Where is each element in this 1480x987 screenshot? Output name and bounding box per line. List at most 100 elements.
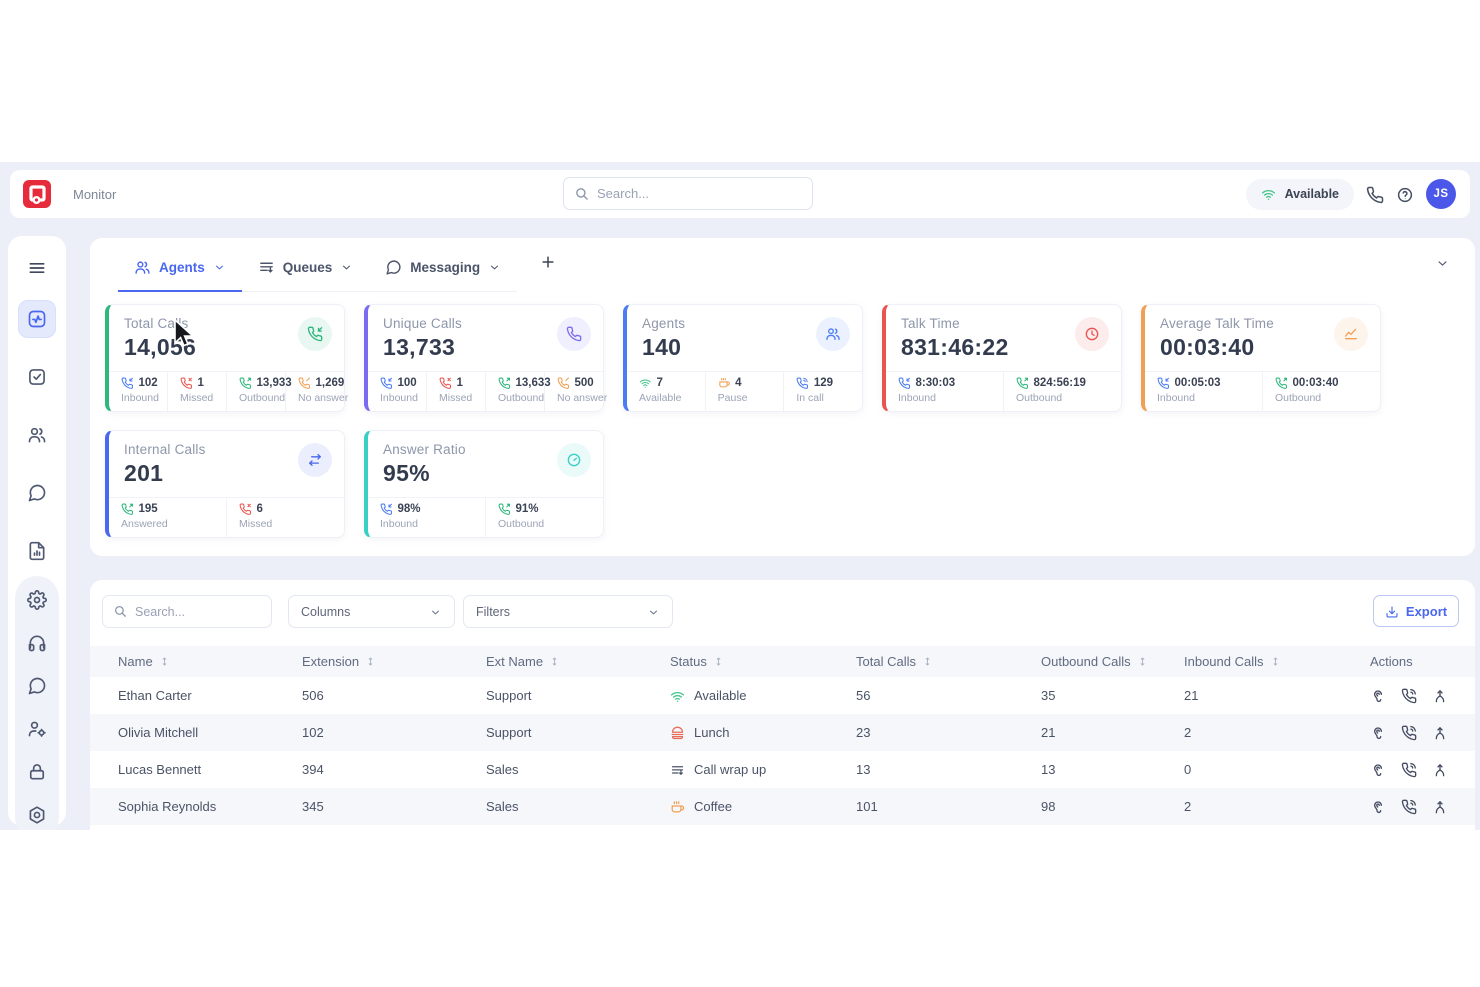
stat-sub-outbound: 13,633 Outbound [485,372,544,411]
call-button[interactable] [1401,725,1417,741]
column-header-status[interactable]: Status [670,654,856,669]
chevron-down-icon [647,604,660,618]
chat-icon [27,676,47,696]
listen-button[interactable] [1370,799,1386,815]
card-badge [1334,317,1368,351]
sub-label: Pause [718,392,780,404]
tab-label: Agents [159,260,205,275]
sort-icon [1137,656,1148,667]
sub-label: Inbound [380,392,422,404]
table-row[interactable]: Lucas Bennett394SalesCall wrap up13130 [90,751,1475,788]
stat-sub-answered: 195 Answered [109,498,226,537]
card-title: Unique Calls [383,316,462,331]
tab-agents[interactable]: Agents [118,259,242,292]
sub-value: 824:56:19 [1034,377,1086,389]
cell-extension: 506 [302,688,486,703]
sidebar-tool-user-settings[interactable] [25,717,49,741]
menu-icon[interactable] [27,256,47,278]
sidebar-item-report[interactable] [18,532,56,570]
table-row[interactable]: Sophia Reynolds345SalesCoffee101982 [90,788,1475,825]
chevron-down-icon [1435,254,1450,271]
table-search-input[interactable] [135,605,261,619]
barge-icon [1432,725,1448,741]
cell-inbound-calls: 21 [1184,688,1370,703]
column-header-ext-name[interactable]: Ext Name [486,654,670,669]
call-button[interactable] [1401,799,1417,815]
sidebar-item-activity[interactable] [18,300,56,338]
global-search[interactable] [563,177,813,210]
phone-inbound-icon [121,377,134,390]
stat-sub-inbound: 102 Inbound [109,372,167,411]
stat-sub-no-answer: 500 No answer [544,372,603,411]
sub-label: Outbound [498,518,599,530]
phone-inbound-icon [380,503,393,516]
card-badge [557,443,591,477]
users-icon [134,259,151,276]
cell-extension: 102 [302,725,486,740]
barge-button[interactable] [1432,725,1448,741]
card-stats: 8:30:03 Inbound 824:56:19 Outbound [886,371,1121,411]
listen-button[interactable] [1370,725,1386,741]
sub-label: Answered [121,518,222,530]
export-button[interactable]: Export [1373,595,1459,627]
phone-missed-icon [439,377,452,390]
phone-outbound-icon [498,377,511,390]
column-header-inbound-calls[interactable]: Inbound Calls [1184,654,1370,669]
avatar[interactable]: JS [1426,179,1456,209]
table-search[interactable] [102,595,272,628]
column-header-label: Extension [302,654,359,669]
global-search-input[interactable] [597,186,802,201]
sort-icon [922,656,933,667]
tab-queues[interactable]: Queues [242,259,370,292]
help-button[interactable] [1396,184,1414,205]
report-icon [27,541,47,561]
cell-total-calls: 23 [856,725,1041,740]
collapse-panel-button[interactable] [1435,254,1450,271]
barge-button[interactable] [1432,799,1448,815]
filters-dropdown[interactable]: Filters [463,595,673,628]
card-title: Agents [642,316,685,331]
listen-icon [1370,799,1386,815]
sub-value: 8:30:03 [916,377,956,389]
call-icon [1401,725,1417,741]
agent-status-pill[interactable]: Available [1246,179,1354,210]
column-header-actions: Actions [1370,654,1475,669]
table-header-row: NameExtension Ext NameStatusTotal CallsOu… [90,646,1475,677]
dialer-button[interactable] [1366,184,1384,205]
filters-dropdown-label: Filters [476,605,510,619]
sidebar-tool-lock[interactable] [25,760,49,784]
column-header-outbound-calls[interactable]: Outbound Calls [1041,654,1184,669]
stat-sub-inbound: 8:30:03 Inbound [886,372,1003,411]
listen-button[interactable] [1370,688,1386,704]
listen-button[interactable] [1370,762,1386,778]
sidebar-tool-settings-hex[interactable] [25,803,49,827]
sidebar-tool-gear[interactable] [25,588,49,612]
card-stats: 100 Inbound 1 Missed 13,633 Outbound 500… [368,371,603,411]
sidebar-item-chat[interactable] [18,474,56,512]
table-row[interactable]: Olivia Mitchell102SupportLunch23212 [90,714,1475,751]
sidebar-tool-chat[interactable] [25,674,49,698]
call-button[interactable] [1401,688,1417,704]
tab-messaging[interactable]: Messaging [369,259,517,292]
sidebar-item-users[interactable] [18,416,56,454]
cell-total-calls: 101 [856,799,1041,814]
sub-label: Inbound [898,392,999,404]
sidebar-tool-headset[interactable] [25,631,49,655]
column-header-total-calls[interactable]: Total Calls [856,654,1041,669]
user-settings-icon [27,719,47,739]
sidebar-item-check-square[interactable] [18,358,56,396]
app-logo-icon[interactable] [23,180,51,208]
table-row[interactable]: Ethan Carter506SupportAvailable563521 [90,677,1475,714]
barge-button[interactable] [1432,688,1448,704]
sort-icon [1270,656,1281,667]
phone-inbound-icon [1157,377,1170,390]
column-header-extension[interactable]: Extension [302,654,486,669]
call-button[interactable] [1401,762,1417,778]
columns-dropdown[interactable]: Columns [288,595,455,628]
cell-actions [1370,799,1475,815]
column-header-name[interactable]: Name [118,654,302,669]
add-tab-button[interactable] [539,251,557,272]
cell-status: Available [670,687,856,703]
phone-icon [566,326,582,342]
barge-button[interactable] [1432,762,1448,778]
